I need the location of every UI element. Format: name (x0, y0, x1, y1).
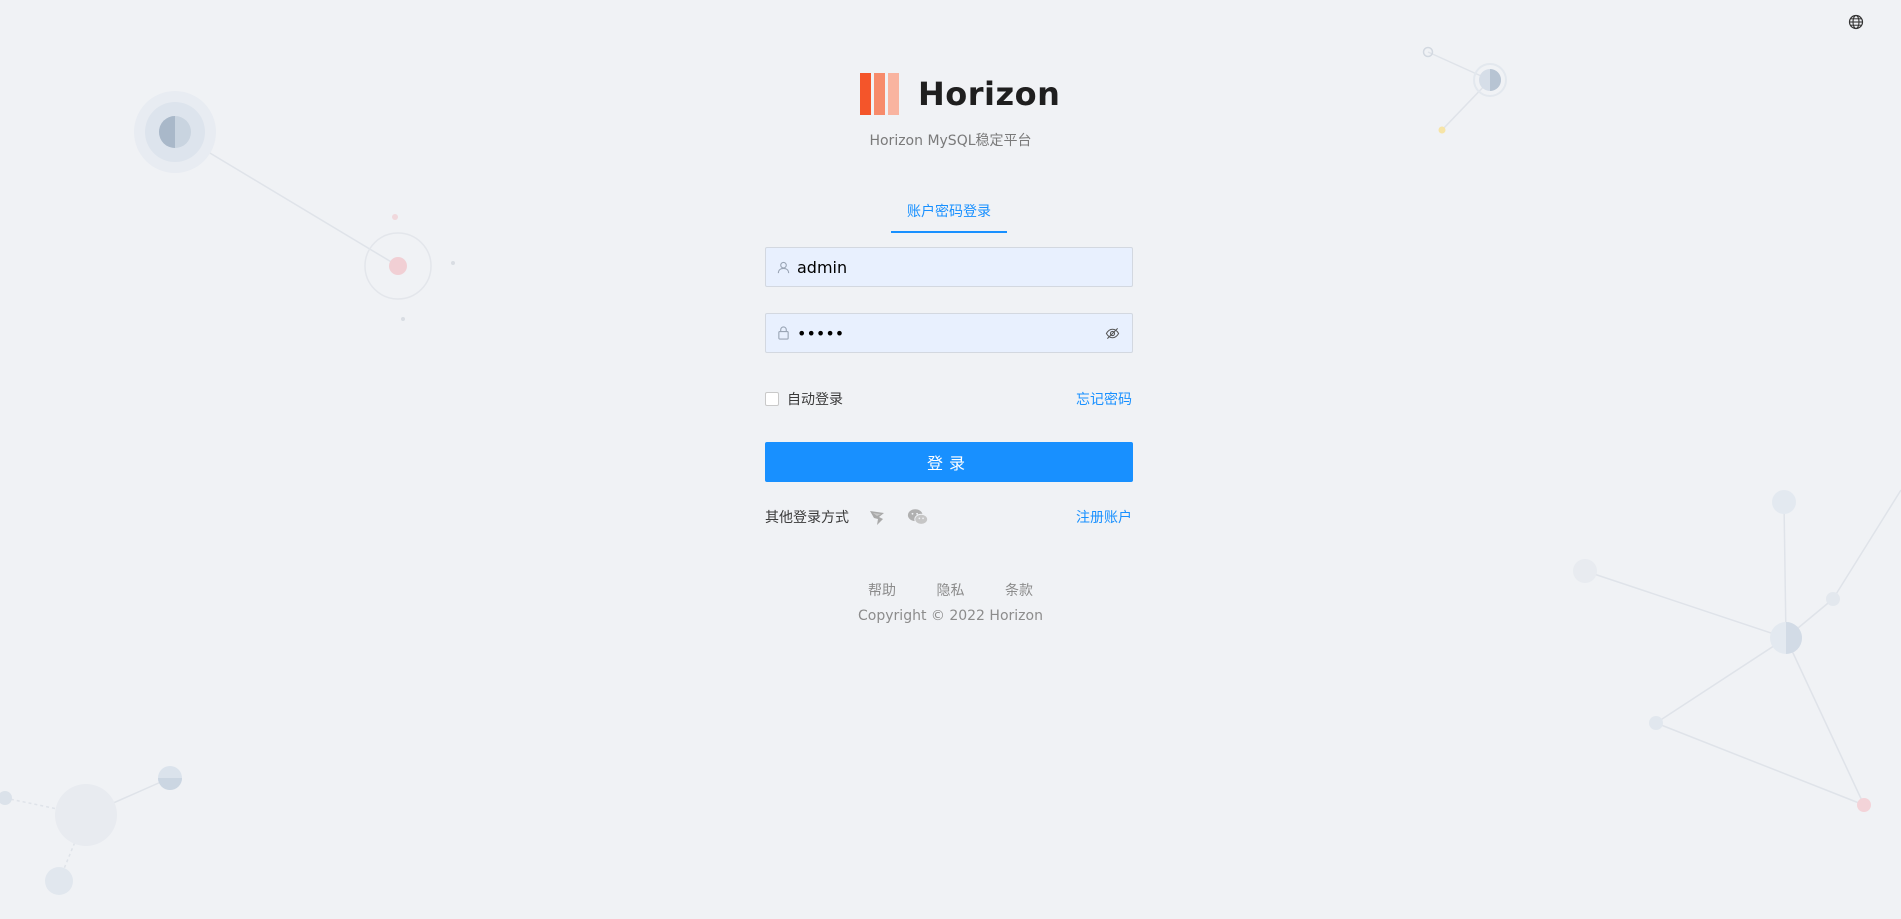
forgot-password-link[interactable]: 忘记密码 (1076, 389, 1132, 409)
copyright-text: Copyright © 2022 Horizon (858, 608, 1043, 624)
login-page: Horizon Horizon MySQL稳定平台 账户密码登录 admin 自… (0, 0, 1901, 919)
brand-header: Horizon (860, 72, 1060, 116)
feishu-icon[interactable] (867, 506, 889, 528)
password-input[interactable] (797, 315, 1105, 351)
wechat-icon[interactable] (907, 506, 929, 528)
auto-login-label: 自动登录 (787, 392, 843, 408)
auto-login-checkbox[interactable]: 自动登录 (765, 389, 843, 409)
footer-links: 帮助 隐私 条款 (0, 580, 1901, 600)
horizon-logo-icon (860, 73, 899, 115)
globe-icon (1848, 14, 1864, 30)
username-input[interactable] (797, 249, 1132, 285)
lock-icon (777, 326, 791, 340)
login-button[interactable]: 登录 (765, 442, 1133, 482)
eye-invisible-icon[interactable] (1105, 325, 1121, 341)
brand-name: Horizon (918, 75, 1061, 113)
password-field[interactable] (765, 313, 1133, 353)
checkbox-box[interactable] (765, 392, 779, 406)
register-account-link[interactable]: 注册账户 (1076, 507, 1132, 527)
other-login-label: 其他登录方式 (765, 510, 849, 526)
user-icon (777, 260, 791, 274)
brand-subtitle: Horizon MySQL稳定平台 (869, 133, 1032, 149)
footer-link-privacy[interactable]: 隐私 (937, 583, 965, 599)
footer-link-help[interactable]: 帮助 (868, 583, 896, 599)
other-login-methods: 其他登录方式 (765, 506, 929, 528)
footer-link-terms[interactable]: 条款 (1005, 583, 1033, 599)
tab-account-password-login[interactable]: 账户密码登录 (891, 195, 1007, 233)
language-switch-button[interactable] (1847, 13, 1865, 31)
username-field[interactable] (765, 247, 1133, 287)
